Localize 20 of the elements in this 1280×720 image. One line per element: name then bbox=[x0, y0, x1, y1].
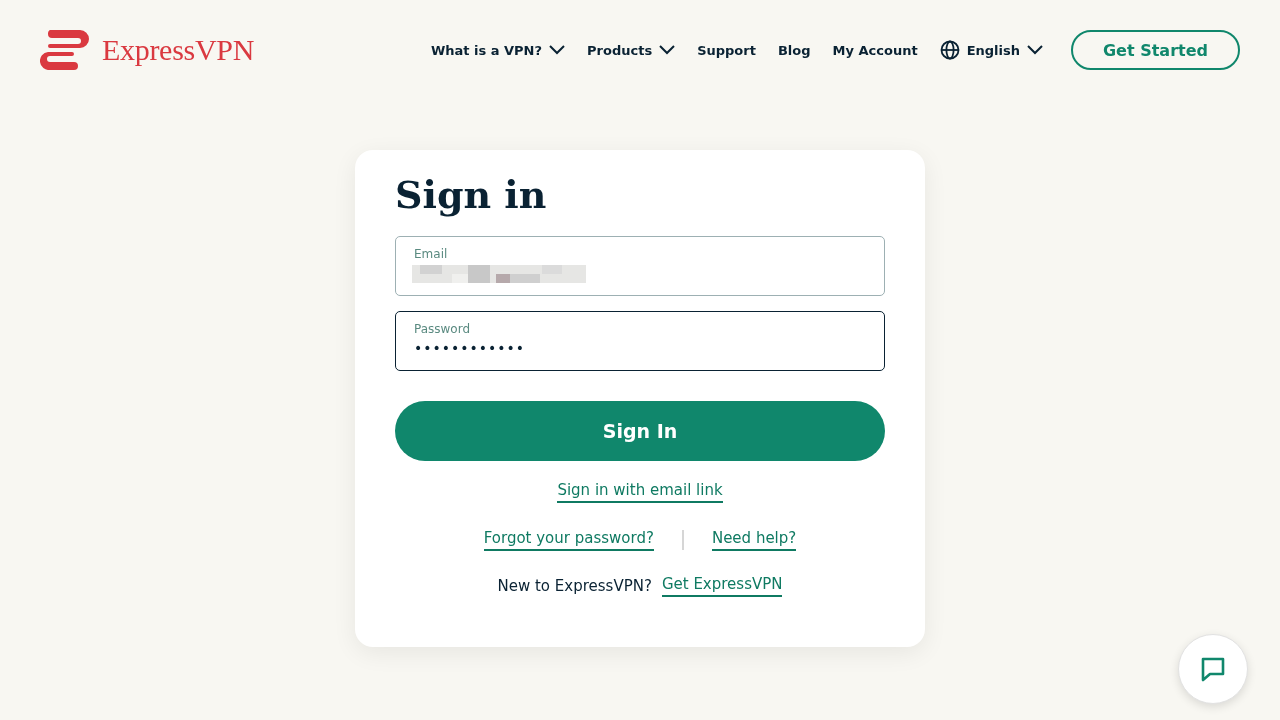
input-field[interactable]: Password •••••••••••• bbox=[395, 310, 885, 371]
brand-name[interactable]: ExpressVPN bbox=[102, 33, 254, 67]
get-expressvpn-link[interactable]: Get ExpressVPN bbox=[661, 574, 783, 597]
nav-link[interactable]: My Account bbox=[832, 42, 918, 58]
get-started-button[interactable]: Get Started bbox=[1071, 30, 1240, 70]
input-field[interactable]: Email bbox=[395, 235, 885, 296]
nav-link[interactable]: Blog bbox=[777, 42, 811, 58]
sign-in-button[interactable]: Sign In bbox=[395, 400, 885, 461]
nav-link[interactable]: What is a VPN? bbox=[430, 42, 566, 58]
chat-button[interactable] bbox=[1178, 634, 1248, 704]
nav-link[interactable]: English bbox=[939, 40, 1043, 60]
globe-icon bbox=[939, 40, 960, 60]
new-user-text: New to ExpressVPN? bbox=[497, 576, 652, 595]
help-link[interactable]: Need help? bbox=[711, 528, 797, 551]
help-link[interactable]: Forgot your password? bbox=[483, 528, 654, 551]
nav-link[interactable]: Products bbox=[587, 42, 676, 58]
page-title: Sign in bbox=[395, 172, 547, 218]
nav-link[interactable]: Support bbox=[697, 42, 756, 58]
email-link[interactable]: Sign in with email link bbox=[557, 480, 723, 503]
logo-icon bbox=[40, 30, 90, 70]
